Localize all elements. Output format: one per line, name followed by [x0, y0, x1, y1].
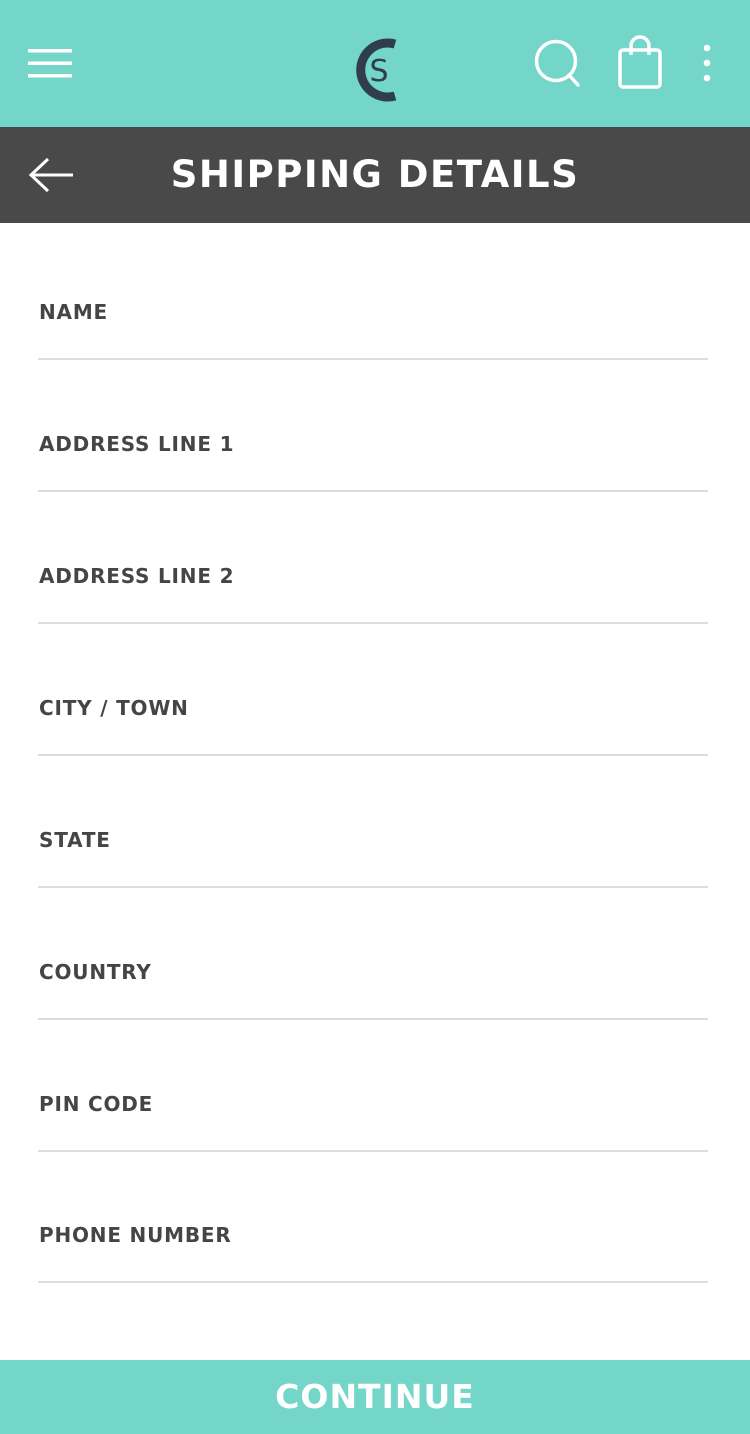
page-title: SHIPPING DETAILS	[170, 153, 580, 196]
menu-icon[interactable]	[28, 49, 72, 79]
field-label: ADDRESS LINE 1	[39, 432, 235, 456]
city-town-field[interactable]: CITY / TOWN	[38, 694, 708, 756]
name-field[interactable]: NAME	[38, 298, 708, 360]
logo-icon[interactable]: S	[349, 36, 401, 102]
field-label: COUNTRY	[39, 960, 152, 984]
more-vertical-icon[interactable]	[700, 44, 714, 82]
pin-code-field[interactable]: PIN CODE	[38, 1090, 708, 1152]
field-label: CITY / TOWN	[39, 696, 189, 720]
search-icon[interactable]	[533, 39, 581, 87]
field-label: PHONE NUMBER	[39, 1223, 232, 1247]
country-field[interactable]: COUNTRY	[38, 958, 708, 1020]
continue-button[interactable]: CONTINUE	[0, 1360, 750, 1434]
state-field[interactable]: STATE	[38, 826, 708, 888]
address-line-2-field[interactable]: ADDRESS LINE 2	[38, 562, 708, 624]
field-label: STATE	[39, 828, 111, 852]
field-label: ADDRESS LINE 2	[39, 564, 235, 588]
field-label: NAME	[39, 300, 108, 324]
logo-letter: S	[369, 54, 388, 89]
field-label: PIN CODE	[39, 1092, 154, 1116]
phone-number-field[interactable]: PHONE NUMBER	[38, 1221, 708, 1283]
shopping-bag-icon[interactable]	[617, 35, 663, 89]
address-line-1-field[interactable]: ADDRESS LINE 1	[38, 430, 708, 492]
